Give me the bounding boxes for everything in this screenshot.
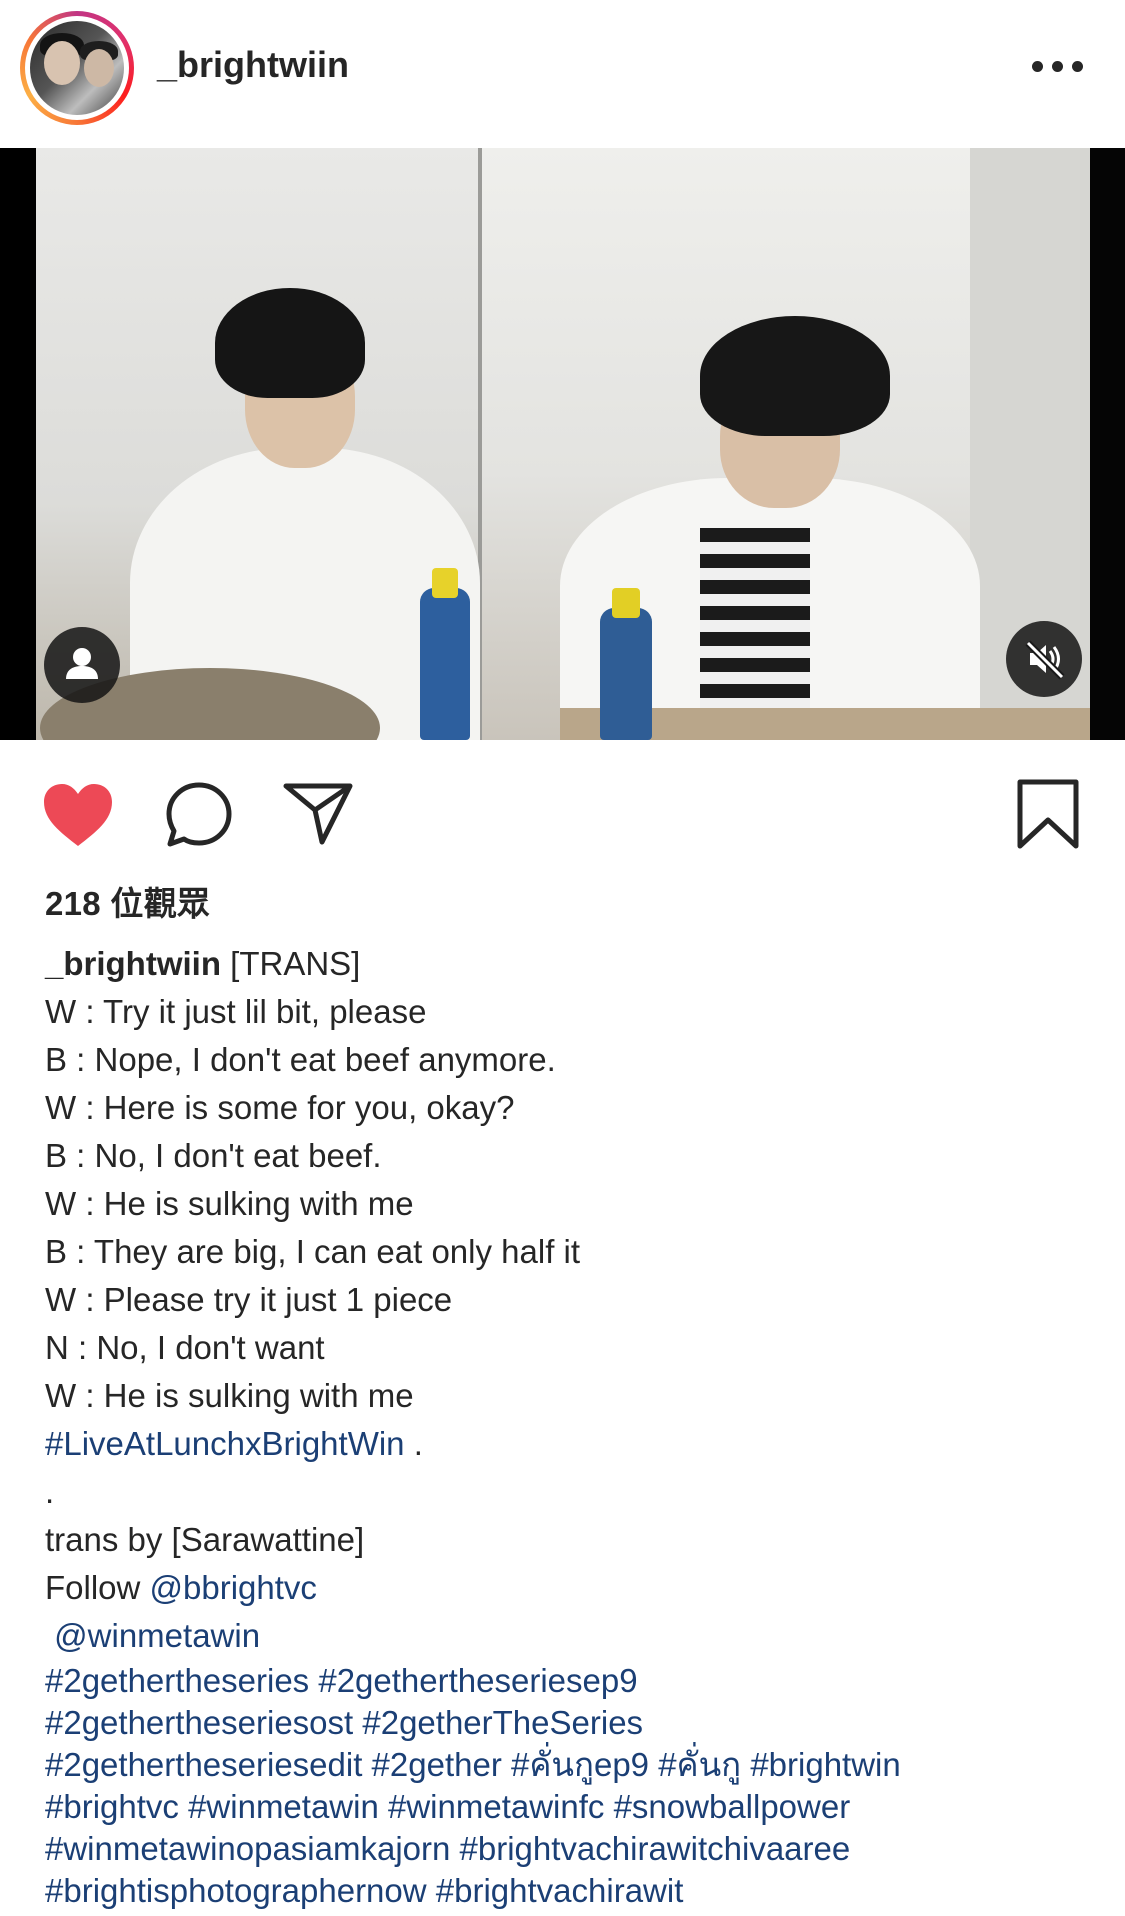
caption-line: W : He is sulking with me [45, 1377, 414, 1414]
caption-line: N : No, I don't want [45, 1329, 325, 1366]
caption-line: B : No, I don't eat beef. [45, 1137, 382, 1174]
post-video[interactable] [0, 148, 1125, 740]
caption-credit: trans by [Sarawattine] [45, 1521, 365, 1558]
caption-first-line: _brightwiin [TRANS] [45, 945, 361, 982]
caption-line: W : Here is some for you, okay? [45, 1089, 515, 1126]
hashtag-line[interactable]: #brightvc #winmetawin #winmetawinfc #sno… [45, 1786, 1105, 1828]
person-icon [66, 648, 98, 679]
post-caption: 218 位觀眾 _brightwiin [TRANS] W : Try it j… [45, 880, 1105, 1912]
heart-filled-icon[interactable] [40, 780, 116, 850]
hashtag-line[interactable]: #2gethertheseriesost #2getherTheSeries [45, 1702, 1105, 1744]
caption-line: W : Try it just lil bit, please [45, 993, 427, 1030]
caption-mention-line: @winmetawin [45, 1612, 1105, 1660]
avatar-border [25, 16, 129, 120]
mute-toggle-button[interactable] [1006, 621, 1082, 697]
more-horizontal-icon[interactable] [1032, 60, 1084, 74]
caption-dot: . [45, 1473, 55, 1510]
caption-follow-line: Follow @bbrightvc [45, 1569, 317, 1606]
avatar[interactable] [30, 21, 124, 115]
caption-line: B : They are big, I can eat only half it [45, 1233, 581, 1270]
hashtag-line[interactable]: #winmetawinopasiamkajorn #brightvachiraw… [45, 1828, 1105, 1870]
volume-muted-icon [1025, 640, 1065, 680]
mention-link[interactable]: @winmetawin [45, 1617, 260, 1654]
hashtag-line[interactable]: #2gethertheseries #2gethertheseriesep9 [45, 1660, 1105, 1702]
bookmark-icon[interactable] [1016, 778, 1080, 850]
hashtag-link[interactable]: #LiveAtLunchxBrightWin [45, 1425, 405, 1462]
view-count[interactable]: 218 位觀眾 [45, 880, 1105, 928]
action-bar [0, 740, 1125, 880]
mention-link[interactable]: @bbrightvc [150, 1569, 317, 1606]
avatar-story-ring[interactable] [20, 11, 134, 125]
post-username[interactable]: _brightwiin [157, 44, 349, 86]
caption-live-hashtag-line: #LiveAtLunchxBrightWin . [45, 1425, 423, 1462]
comment-icon[interactable] [164, 780, 234, 850]
hashtag-line[interactable]: #2gethertheseriesedit #2gether #คั่นกูep… [45, 1744, 1105, 1786]
hashtag-block: #2gethertheseries #2gethertheseriesep9 #… [45, 1660, 1105, 1912]
caption-line: B : Nope, I don't eat beef anymore. [45, 1041, 556, 1078]
caption-line: W : Please try it just 1 piece [45, 1281, 453, 1318]
caption-line: W : He is sulking with me [45, 1185, 414, 1222]
tagged-users-button[interactable] [44, 627, 120, 703]
caption-username[interactable]: _brightwiin [45, 945, 221, 982]
hashtag-line[interactable]: #brightisphotographernow #brightvachiraw… [45, 1870, 1105, 1912]
post-header: _brightwiin [0, 0, 1125, 148]
paper-plane-icon[interactable] [282, 780, 354, 846]
